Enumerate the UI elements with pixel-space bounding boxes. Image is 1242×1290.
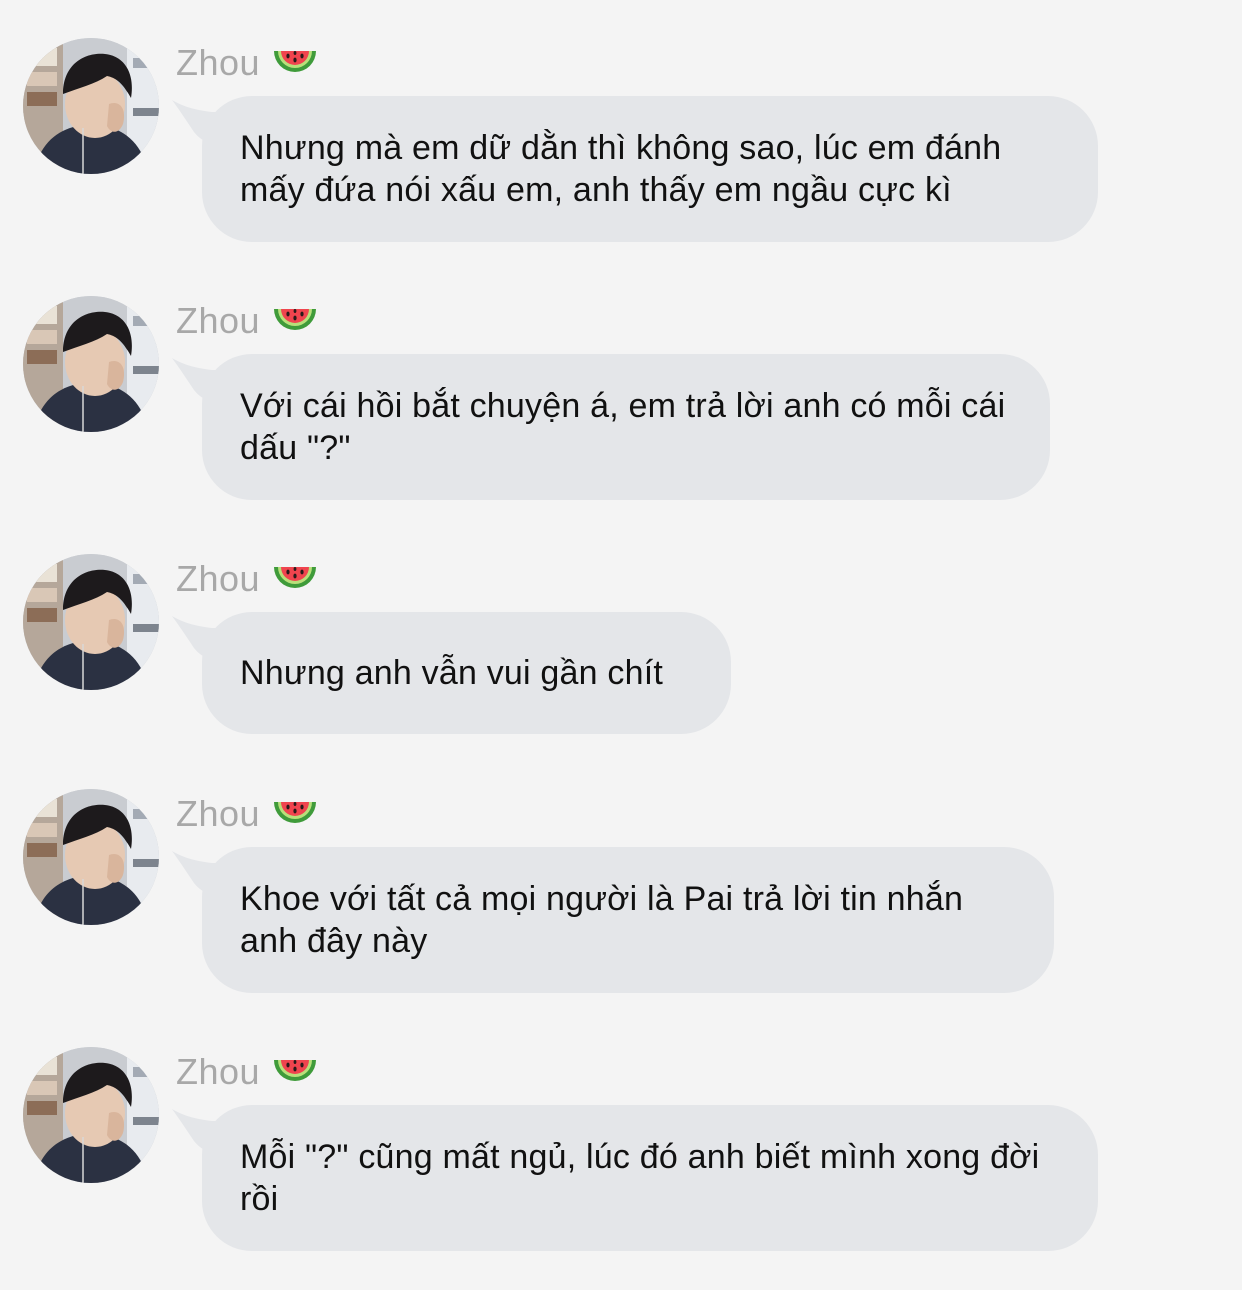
message-text: Với cái hồi bắt chuyện á, em trả lời anh…: [240, 387, 1006, 467]
sender-name: Zhou: [176, 793, 261, 834]
message-text: Mỗi "?" cũng mất ngủ, lúc đó anh biết mì…: [240, 1138, 1040, 1218]
sender-header: Zhou: [176, 791, 318, 837]
avatar[interactable]: [23, 38, 159, 174]
watermelon-icon: [272, 559, 318, 599]
message-text: Khoe với tất cả mọi người là Pai trả lời…: [240, 880, 964, 960]
message-bubble[interactable]: Nhưng anh vẫn vui gần chít: [202, 612, 731, 734]
sender-name: Zhou: [176, 558, 261, 599]
message-bubble[interactable]: Mỗi "?" cũng mất ngủ, lúc đó anh biết mì…: [202, 1105, 1098, 1251]
avatar[interactable]: [23, 554, 159, 690]
watermelon-icon: [272, 43, 318, 83]
message-bubble[interactable]: Khoe với tất cả mọi người là Pai trả lời…: [202, 847, 1054, 993]
watermelon-icon: [272, 301, 318, 341]
watermelon-icon: [272, 794, 318, 834]
avatar-photo: [23, 789, 159, 925]
message-bubble[interactable]: Nhưng mà em dữ dằn thì không sao, lúc em…: [202, 96, 1098, 242]
avatar[interactable]: [23, 789, 159, 925]
sender-header: Zhou: [176, 556, 318, 602]
watermelon-icon: [272, 1052, 318, 1092]
sender-header: Zhou: [176, 298, 318, 344]
avatar[interactable]: [23, 296, 159, 432]
sender-name: Zhou: [176, 300, 261, 341]
avatar-photo: [23, 296, 159, 432]
avatar-photo: [23, 38, 159, 174]
message-text: Nhưng anh vẫn vui gần chít: [240, 654, 664, 692]
sender-name: Zhou: [176, 42, 261, 83]
message-text: Nhưng mà em dữ dằn thì không sao, lúc em…: [240, 129, 1002, 209]
avatar-photo: [23, 1047, 159, 1183]
message-bubble[interactable]: Với cái hồi bắt chuyện á, em trả lời anh…: [202, 354, 1050, 500]
sender-header: Zhou: [176, 40, 318, 86]
sender-name: Zhou: [176, 1051, 261, 1092]
avatar-photo: [23, 554, 159, 690]
sender-header: Zhou: [176, 1049, 318, 1095]
avatar[interactable]: [23, 1047, 159, 1183]
